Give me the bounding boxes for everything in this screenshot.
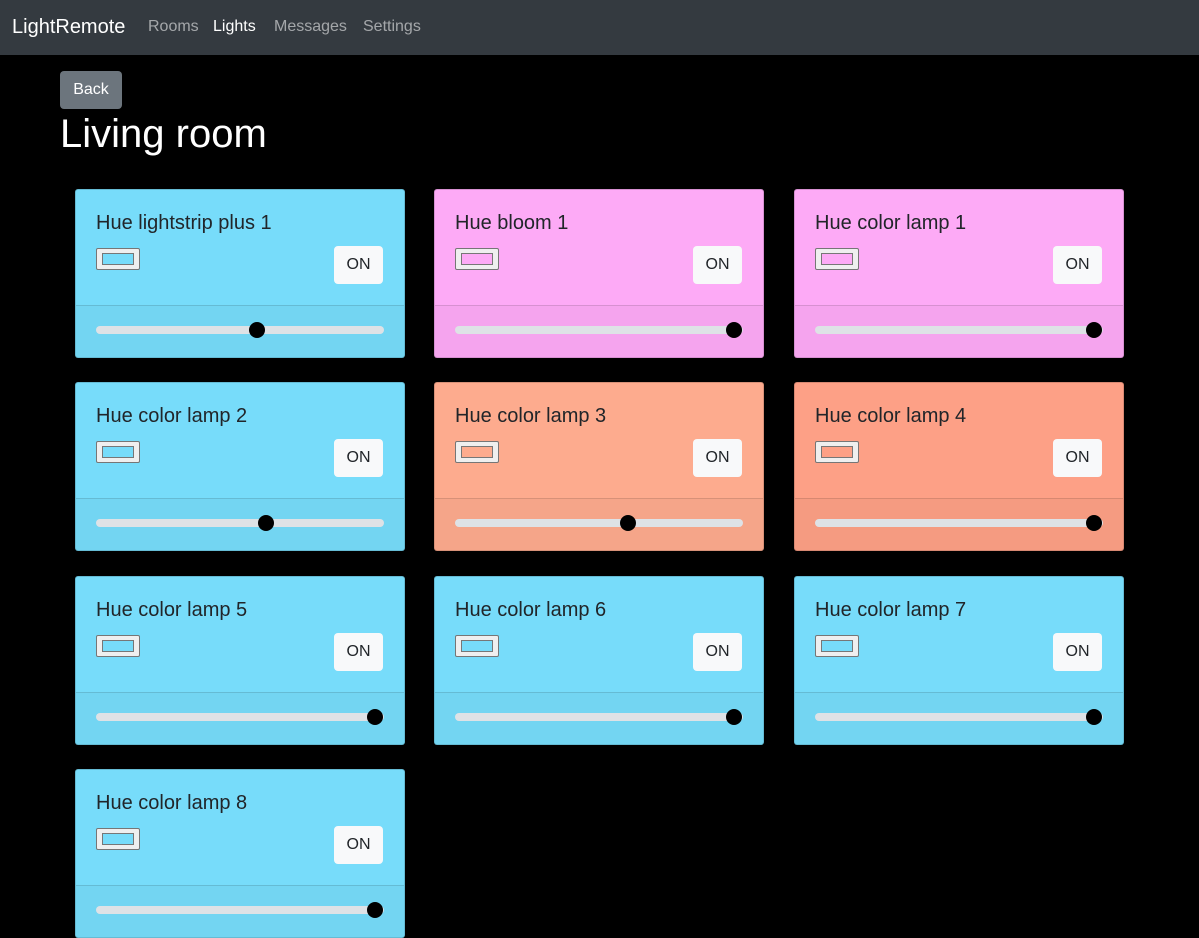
light-card: Hue color lamp 5 ON (75, 576, 405, 745)
brightness-slider-thumb[interactable] (257, 515, 274, 531)
brightness-slider[interactable] (96, 322, 384, 338)
brightness-slider[interactable] (815, 515, 1103, 531)
light-card: Hue color lamp 3 ON (434, 382, 764, 551)
nav-item-settings[interactable]: Settings (363, 17, 421, 37)
light-card-footer (76, 885, 404, 937)
light-card-body: Hue color lamp 4 ON (795, 383, 1123, 498)
power-toggle-button[interactable]: ON (1053, 246, 1102, 284)
back-button[interactable]: Back (60, 71, 122, 109)
light-card-footer (76, 305, 404, 357)
light-name: Hue color lamp 8 (96, 792, 248, 814)
color-swatch-fill (102, 833, 134, 845)
color-picker[interactable] (96, 828, 140, 850)
color-picker[interactable] (455, 248, 499, 270)
power-toggle-button[interactable]: ON (334, 439, 383, 477)
color-picker[interactable] (815, 441, 859, 463)
color-swatch-fill (821, 253, 853, 265)
nav-item-rooms[interactable]: Rooms (148, 17, 199, 37)
brightness-slider[interactable] (815, 322, 1103, 338)
color-picker[interactable] (96, 441, 140, 463)
light-card: Hue color lamp 1 ON (794, 189, 1124, 358)
light-card: Hue color lamp 4 ON (794, 382, 1124, 551)
light-card-body: Hue bloom 1 ON (435, 190, 763, 305)
light-card-footer (795, 498, 1123, 550)
brightness-slider[interactable] (455, 515, 743, 531)
brightness-slider[interactable] (455, 709, 743, 725)
brightness-slider-thumb[interactable] (367, 902, 384, 918)
nav-item-lights[interactable]: Lights (213, 17, 256, 37)
light-card-footer (435, 305, 763, 357)
power-toggle-button[interactable]: ON (334, 826, 383, 864)
color-swatch-fill (102, 446, 134, 458)
brightness-slider-thumb[interactable] (249, 322, 266, 338)
power-toggle-button[interactable]: ON (334, 633, 383, 671)
brightness-slider[interactable] (96, 709, 384, 725)
light-card: Hue bloom 1 ON (434, 189, 764, 358)
brightness-slider[interactable] (96, 515, 384, 531)
color-swatch-fill (461, 640, 493, 652)
light-card-body: Hue color lamp 6 ON (435, 577, 763, 692)
light-card-footer (795, 305, 1123, 357)
color-swatch-fill (102, 640, 134, 652)
brightness-slider-thumb[interactable] (1086, 515, 1103, 531)
color-picker[interactable] (455, 635, 499, 657)
light-card-body: Hue lightstrip plus 1 ON (76, 190, 404, 305)
brightness-slider[interactable] (96, 902, 384, 918)
color-picker[interactable] (815, 635, 859, 657)
light-card-body: Hue color lamp 3 ON (435, 383, 763, 498)
color-swatch-fill (821, 446, 853, 458)
light-card-body: Hue color lamp 1 ON (795, 190, 1123, 305)
light-card-body: Hue color lamp 5 ON (76, 577, 404, 692)
brightness-slider-thumb[interactable] (1086, 709, 1103, 725)
light-card: Hue color lamp 7 ON (794, 576, 1124, 745)
light-card: Hue color lamp 8 ON (75, 769, 405, 938)
navbar: LightRemote Rooms Lights Messages Settin… (0, 0, 1199, 55)
brand-link[interactable]: LightRemote (12, 14, 125, 40)
light-name: Hue lightstrip plus 1 (96, 212, 272, 234)
light-name: Hue bloom 1 (455, 212, 569, 234)
color-picker[interactable] (96, 635, 140, 657)
brightness-slider-thumb[interactable] (726, 322, 743, 338)
power-toggle-button[interactable]: ON (693, 246, 742, 284)
brightness-slider-thumb[interactable] (726, 709, 743, 725)
light-card-footer (435, 498, 763, 550)
color-swatch-fill (102, 253, 134, 265)
color-swatch-fill (461, 253, 493, 265)
color-picker[interactable] (96, 248, 140, 270)
light-card-footer (76, 692, 404, 744)
color-picker[interactable] (455, 441, 499, 463)
light-card: Hue lightstrip plus 1 ON (75, 189, 405, 358)
power-toggle-button[interactable]: ON (334, 246, 383, 284)
power-toggle-button[interactable]: ON (1053, 439, 1102, 477)
light-card-footer (795, 692, 1123, 744)
power-toggle-button[interactable]: ON (693, 633, 742, 671)
light-card: Hue color lamp 2 ON (75, 382, 405, 551)
light-card-footer (435, 692, 763, 744)
brightness-slider[interactable] (815, 709, 1103, 725)
light-card-body: Hue color lamp 2 ON (76, 383, 404, 498)
light-card-body: Hue color lamp 7 ON (795, 577, 1123, 692)
light-name: Hue color lamp 5 (96, 599, 248, 621)
light-name: Hue color lamp 4 (815, 405, 967, 427)
color-swatch-fill (461, 446, 493, 458)
brightness-slider-thumb[interactable] (619, 515, 636, 531)
color-swatch-fill (821, 640, 853, 652)
light-name: Hue color lamp 7 (815, 599, 967, 621)
brightness-slider[interactable] (455, 322, 743, 338)
brightness-slider-thumb[interactable] (367, 709, 384, 725)
brightness-slider-thumb[interactable] (1086, 322, 1103, 338)
light-card-footer (76, 498, 404, 550)
light-name: Hue color lamp 1 (815, 212, 967, 234)
page-title: Living room (60, 112, 267, 156)
light-card-body: Hue color lamp 8 ON (76, 770, 404, 885)
light-name: Hue color lamp 3 (455, 405, 607, 427)
power-toggle-button[interactable]: ON (693, 439, 742, 477)
power-toggle-button[interactable]: ON (1053, 633, 1102, 671)
light-card: Hue color lamp 6 ON (434, 576, 764, 745)
light-name: Hue color lamp 2 (96, 405, 248, 427)
light-name: Hue color lamp 6 (455, 599, 607, 621)
nav-item-messages[interactable]: Messages (274, 17, 347, 37)
color-picker[interactable] (815, 248, 859, 270)
